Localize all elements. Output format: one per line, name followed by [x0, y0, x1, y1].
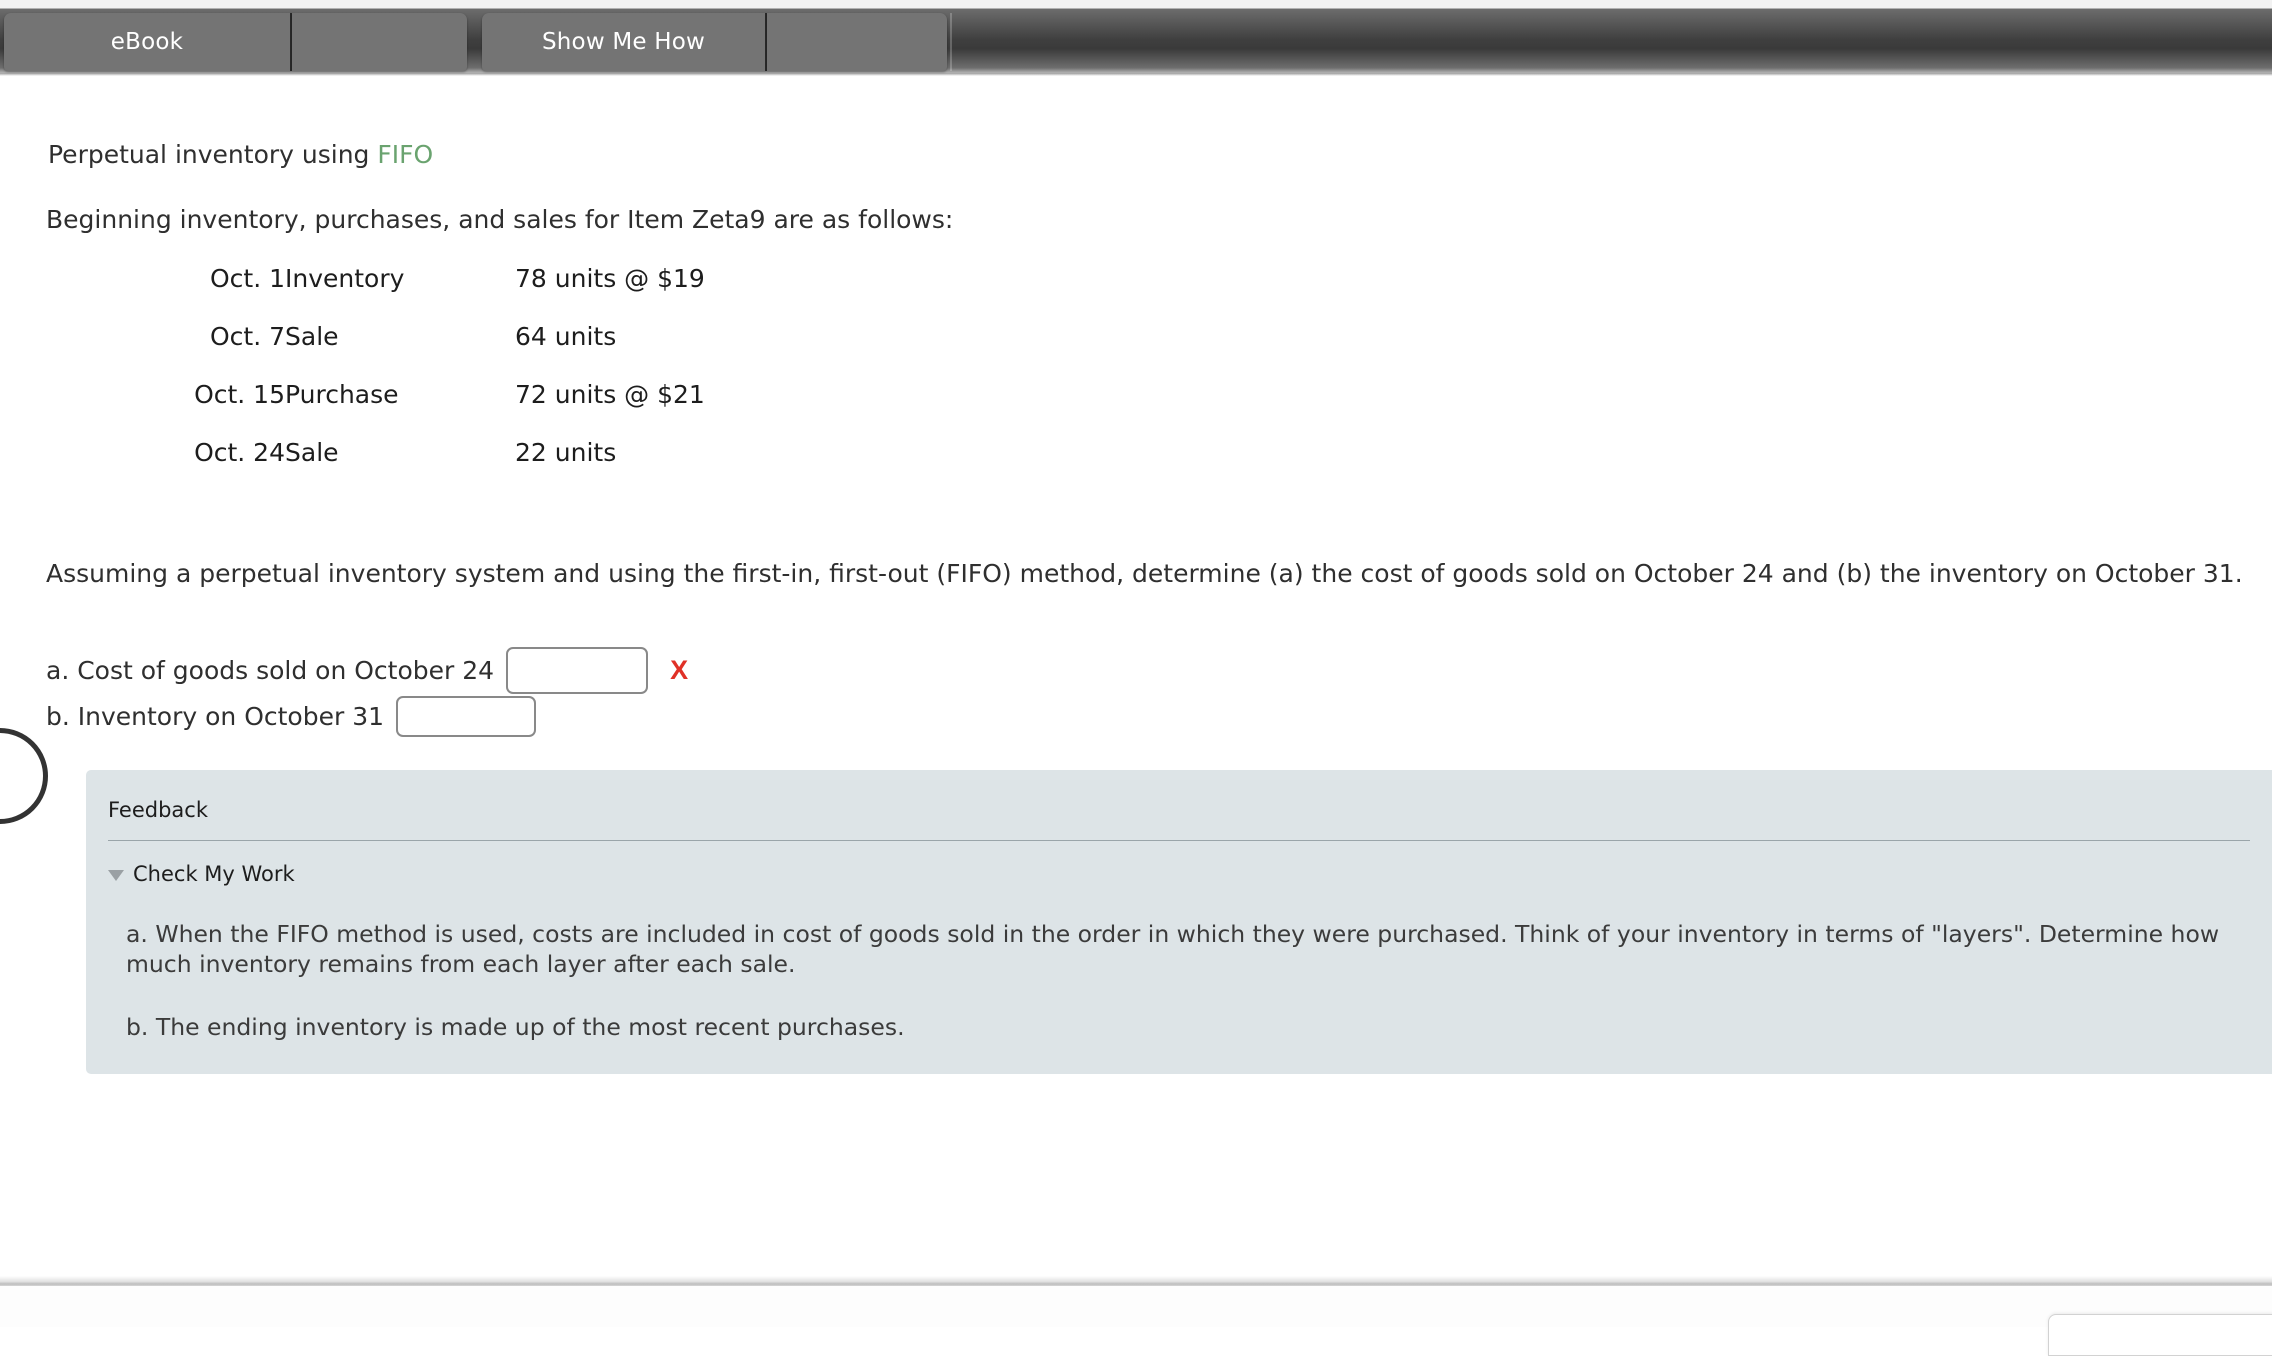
circle-decoration-icon: [0, 728, 48, 824]
inventory-input[interactable]: [396, 696, 537, 737]
answer-row-b: b. Inventory on October 31: [46, 696, 537, 737]
feedback-paragraph-b: b. The ending inventory is made up of th…: [126, 1013, 905, 1042]
transaction-amount: 22 units: [515, 438, 617, 467]
top-toolbar: eBook Show Me How: [0, 0, 2272, 78]
question-intro: Beginning inventory, purchases, and sale…: [46, 205, 954, 234]
footer-divider: [0, 1276, 2272, 1286]
tab-ebook-extra[interactable]: [292, 13, 467, 71]
transaction-date: Oct. 24: [194, 438, 285, 467]
tab-show-me-how-label: Show Me How: [541, 29, 706, 55]
transaction-description: Purchase: [285, 380, 399, 409]
table-row: Oct. 1 Inventory 78 units @ $19: [140, 264, 705, 322]
toolbar-divider: [950, 13, 952, 71]
feedback-paragraph-a: a. When the FIFO method is used, costs a…: [126, 920, 2220, 979]
table-row: Oct. 15 Purchase 72 units @ $21: [140, 380, 705, 438]
bottom-floating-panel[interactable]: [2048, 1314, 2272, 1356]
feedback-title: Feedback: [108, 798, 209, 822]
answer-a-label: a. Cost of goods sold on October 24: [46, 656, 495, 685]
transaction-amount: 64 units: [515, 322, 617, 351]
tab-show-me-how[interactable]: Show Me How: [482, 13, 767, 71]
check-my-work-toggle[interactable]: Check My Work: [86, 841, 295, 886]
tab-show-me-how-extra[interactable]: [767, 13, 947, 71]
page-footer: [0, 1286, 2272, 1327]
cost-of-goods-sold-input[interactable]: [506, 647, 649, 694]
page-title-accent: FIFO: [377, 140, 434, 169]
question-instruction: Assuming a perpetual inventory system an…: [46, 559, 2243, 588]
page-title: Perpetual inventory using FIFO: [48, 140, 433, 169]
check-my-work-label: Check My Work: [133, 862, 295, 886]
tab-ebook-label: eBook: [110, 29, 184, 55]
chevron-down-icon: [108, 869, 124, 881]
transaction-date: Oct. 15: [194, 380, 285, 409]
transaction-amount: 72 units @ $21: [515, 380, 705, 409]
transactions-table: Oct. 1 Inventory 78 units @ $19 Oct. 7 S…: [140, 264, 705, 496]
transaction-description: Sale: [285, 438, 339, 467]
tab-ebook[interactable]: eBook: [4, 13, 292, 71]
answer-b-label: b. Inventory on October 31: [46, 702, 385, 731]
transaction-date: Oct. 7: [209, 322, 285, 351]
transaction-amount: 78 units @ $19: [515, 264, 705, 293]
feedback-panel: Feedback Check My Work a. When the FIFO …: [86, 770, 2272, 1075]
feedback-body: a. When the FIFO method is used, costs a…: [86, 919, 2272, 1042]
transaction-date: Oct. 1: [209, 264, 285, 293]
table-row: Oct. 7 Sale 64 units: [140, 322, 705, 380]
transaction-description: Sale: [285, 322, 339, 351]
feedback-divider: [108, 840, 2250, 841]
answer-row-a: a. Cost of goods sold on October 24 X: [46, 647, 688, 694]
table-row: Oct. 24 Sale 22 units: [140, 438, 705, 496]
transaction-description: Inventory: [285, 264, 405, 293]
incorrect-mark-icon: X: [670, 655, 689, 685]
page-title-prefix: Perpetual inventory using: [48, 140, 378, 169]
